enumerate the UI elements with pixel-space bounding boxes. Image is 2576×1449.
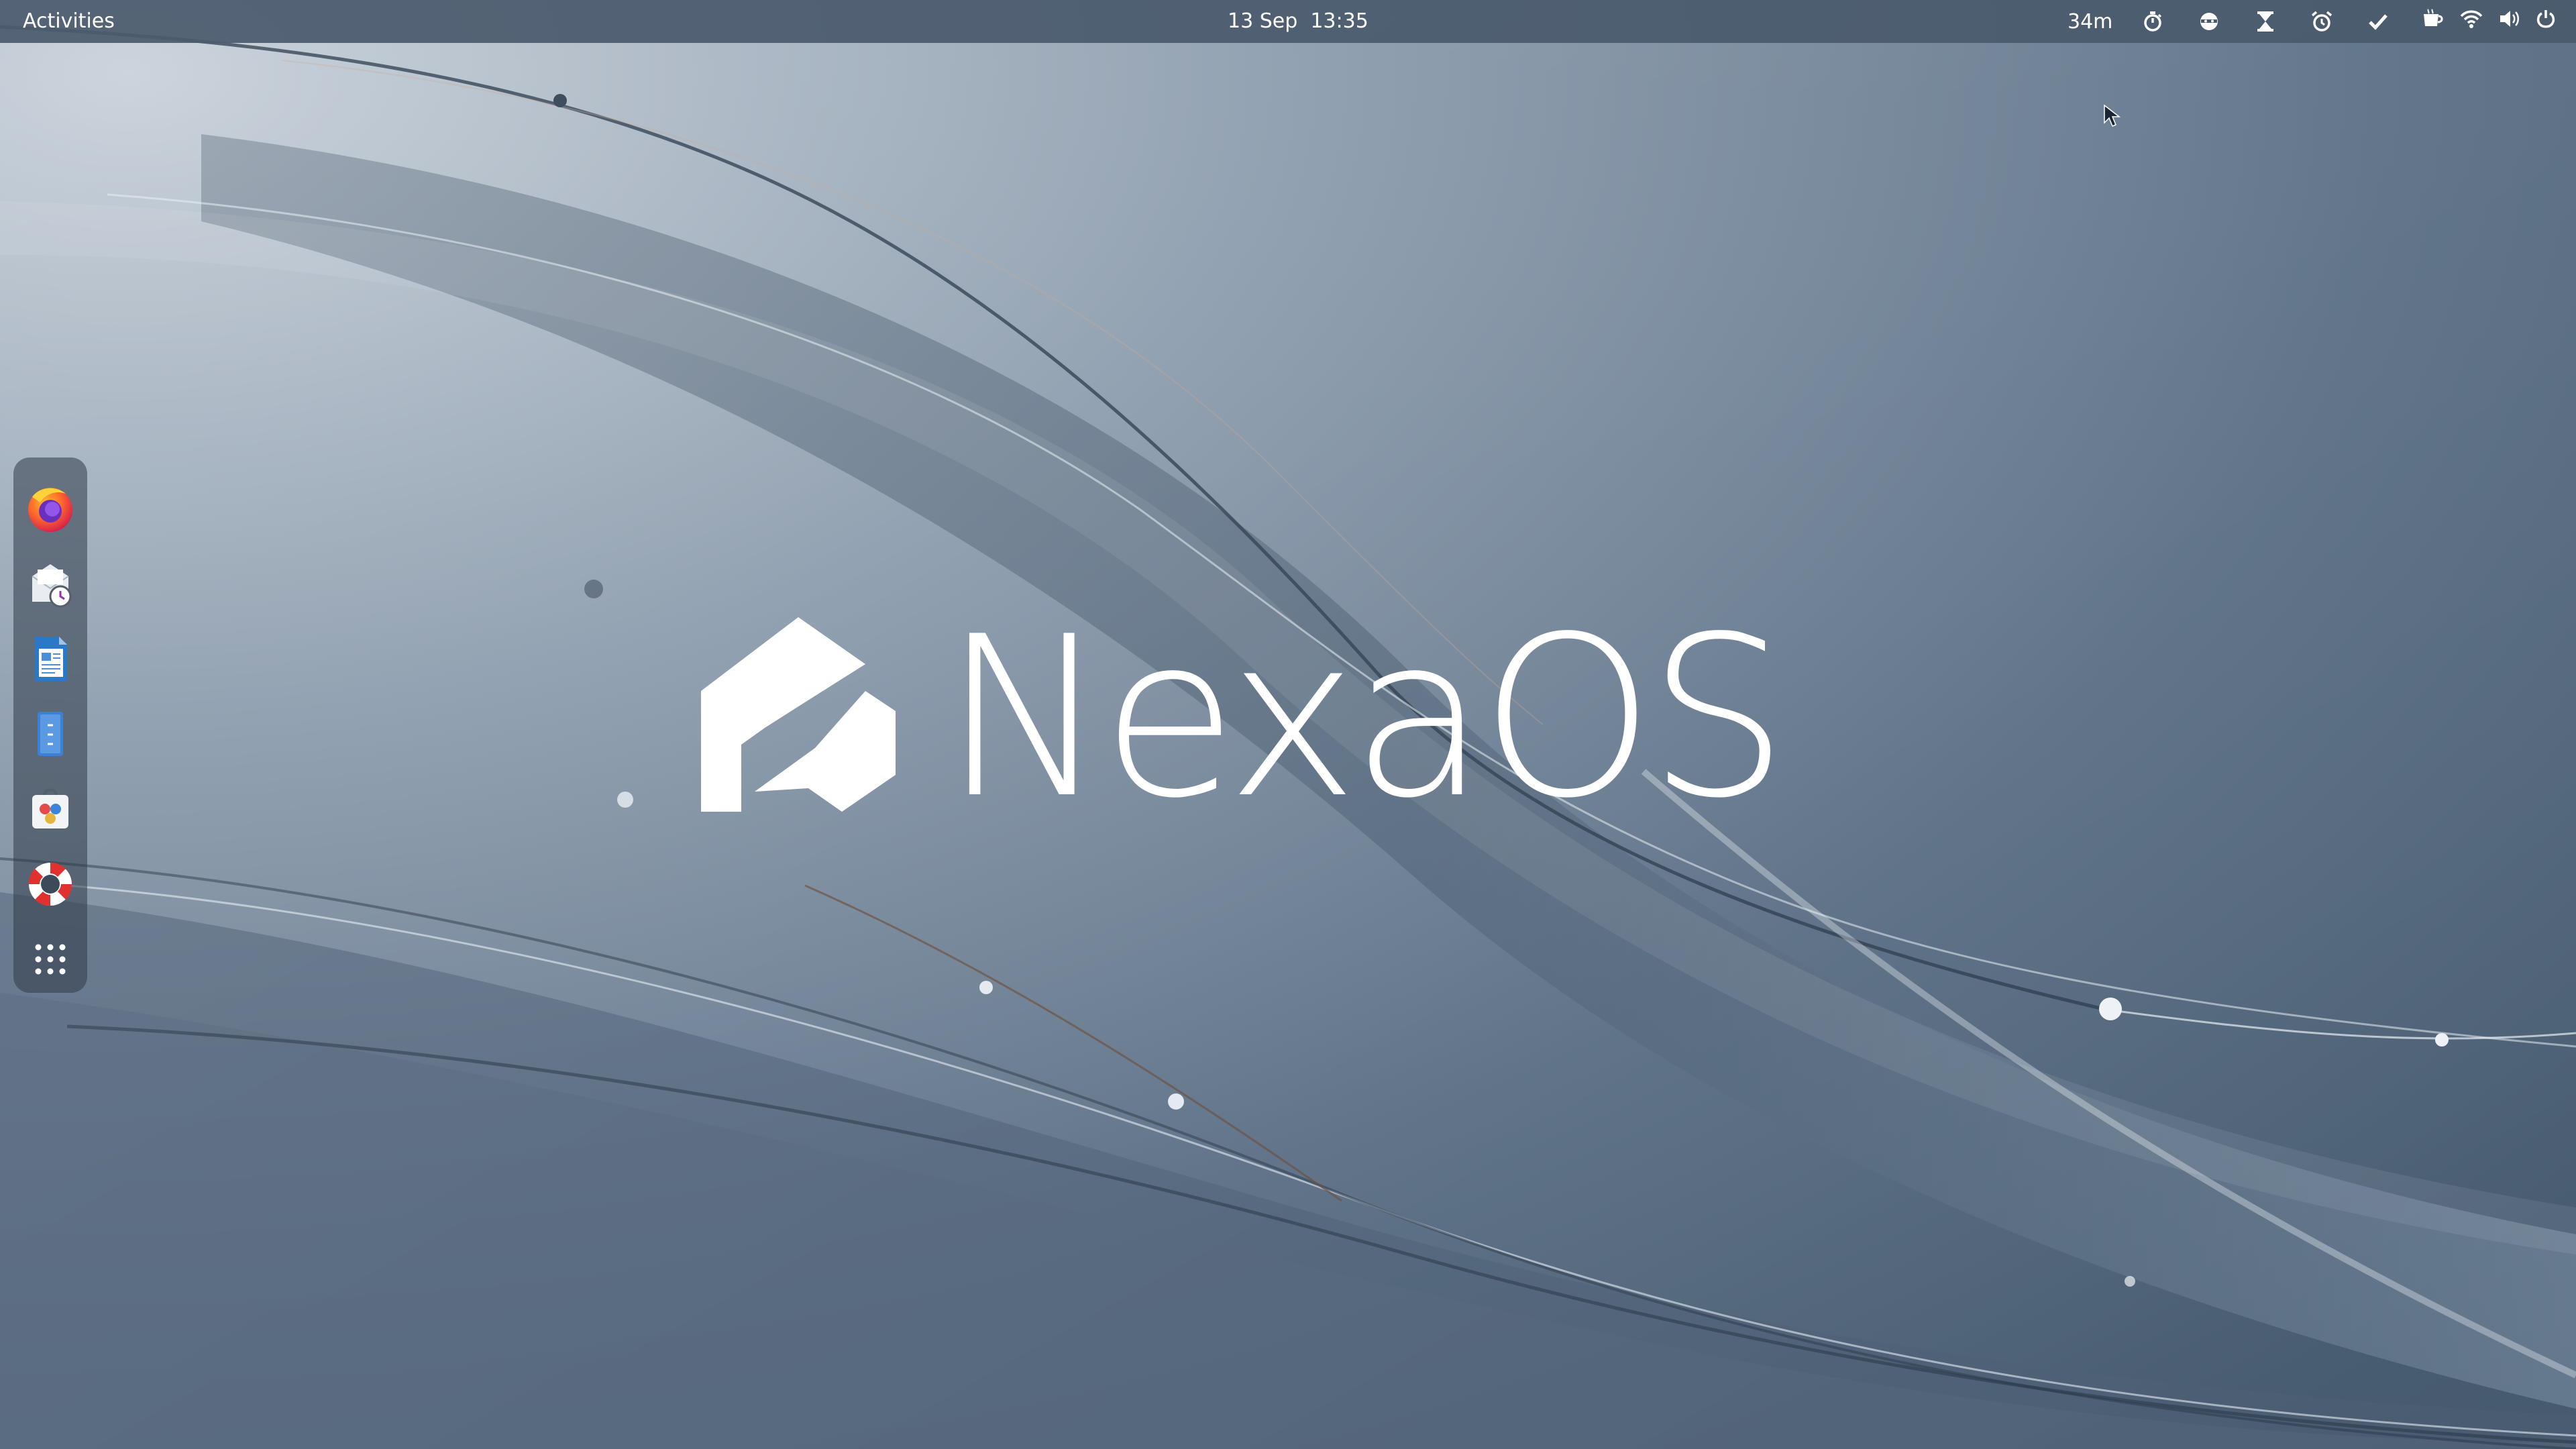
dock-item-firefox[interactable] xyxy=(25,483,76,534)
software-store-icon xyxy=(32,788,68,828)
dock-item-software[interactable] xyxy=(25,784,76,835)
top-bar: Activities 13 Sep 13:35 34m xyxy=(0,0,2576,43)
file-cabinet-icon xyxy=(38,712,63,756)
desktop: NexaOS Activities 13 Sep 13:35 34m xyxy=(0,0,2576,1449)
date-label: 13 Sep xyxy=(1228,9,1298,33)
system-menu-button[interactable] xyxy=(2408,4,2569,39)
writer-icon xyxy=(35,637,67,681)
activities-button[interactable]: Activities xyxy=(23,9,115,34)
power-icon xyxy=(2536,9,2556,34)
hourglass-icon[interactable] xyxy=(2237,0,2294,43)
app-grid-icon xyxy=(35,944,66,975)
dock-item-mail[interactable] xyxy=(25,558,76,609)
stopwatch-icon[interactable] xyxy=(2125,0,2181,43)
dock-item-show-apps[interactable] xyxy=(25,934,76,985)
brand-wordmark: NexaOS xyxy=(943,589,1788,847)
user-mask-icon[interactable] xyxy=(2181,0,2237,43)
coffee-cup-icon xyxy=(2422,9,2445,34)
alarm-clock-icon[interactable] xyxy=(2294,0,2350,43)
volume-icon xyxy=(2499,9,2520,34)
dock-item-writer[interactable] xyxy=(25,633,76,684)
mail-calendar-icon xyxy=(32,564,72,608)
lifebuoy-icon xyxy=(28,862,72,906)
timer-indicator[interactable]: 34m xyxy=(2059,0,2125,43)
dock-item-help[interactable] xyxy=(25,859,76,910)
firefox-icon xyxy=(28,488,72,532)
checkmark-icon[interactable] xyxy=(2350,0,2406,43)
nexaos-logo-mark xyxy=(701,617,896,812)
time-label: 13:35 xyxy=(1310,9,1368,33)
status-tray: 34m xyxy=(2059,0,2406,43)
dock-item-files[interactable] xyxy=(25,708,76,759)
mouse-cursor-icon xyxy=(2104,104,2121,127)
date-time-button[interactable]: 13 Sep 13:35 xyxy=(1228,9,1368,34)
dash-dock xyxy=(13,458,87,993)
wifi-icon xyxy=(2460,9,2483,34)
